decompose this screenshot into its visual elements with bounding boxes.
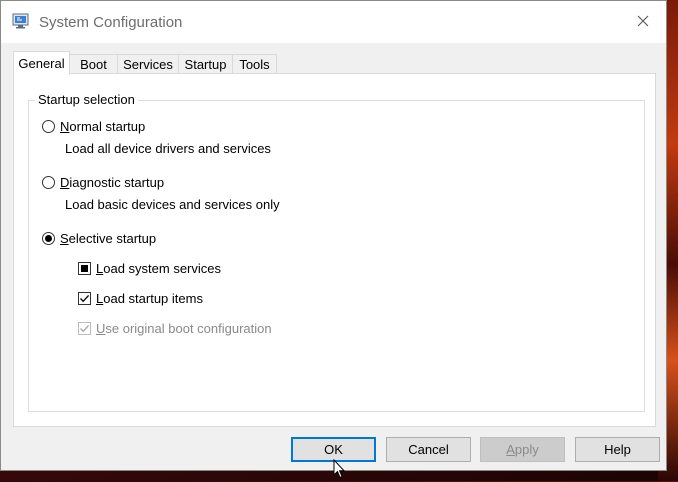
checkmark-icon	[80, 324, 90, 333]
normal-startup-description: Load all device drivers and services	[65, 141, 271, 156]
checkbox	[78, 292, 91, 305]
startup-selection-group: Startup selection Normal startup Load al…	[28, 92, 645, 412]
group-label: Startup selection	[35, 92, 138, 107]
general-tab-panel: Startup selection Normal startup Load al…	[13, 73, 656, 427]
apply-button: Apply	[480, 437, 565, 462]
load-system-services-checkbox[interactable]: Load system services	[78, 261, 221, 276]
close-button[interactable]	[620, 1, 666, 43]
mouse-cursor-icon	[333, 458, 346, 482]
tab-general[interactable]: General	[13, 51, 70, 75]
load-startup-items-label: Load startup items	[96, 291, 203, 306]
window-title: System Configuration	[39, 14, 183, 31]
normal-startup-radio[interactable]: Normal startup	[42, 119, 145, 134]
system-configuration-window: System Configuration General Boot Servic…	[0, 0, 667, 471]
tab-tools[interactable]: Tools	[232, 54, 277, 74]
use-original-boot-config-checkbox: Use original boot configuration	[78, 321, 272, 336]
title-bar: System Configuration	[1, 1, 666, 43]
radio-button	[42, 176, 55, 189]
diagnostic-startup-radio[interactable]: Diagnostic startup	[42, 175, 164, 190]
radio-button	[42, 120, 55, 133]
selective-startup-label: Selective startup	[60, 231, 157, 246]
cancel-button[interactable]: Cancel	[386, 437, 471, 462]
diagnostic-startup-description: Load basic devices and services only	[65, 197, 280, 212]
selective-startup-radio[interactable]: Selective startup	[42, 231, 156, 246]
checkbox	[78, 322, 91, 335]
load-system-services-label: Load system services	[96, 261, 221, 276]
help-button[interactable]: Help	[575, 437, 660, 462]
checkmark-icon	[80, 294, 90, 303]
close-icon	[637, 15, 649, 30]
normal-startup-label: Normal startup	[60, 119, 146, 134]
checkbox	[78, 262, 91, 275]
tab-startup[interactable]: Startup	[178, 54, 233, 74]
tab-services[interactable]: Services	[117, 54, 179, 74]
load-startup-items-checkbox[interactable]: Load startup items	[78, 291, 203, 306]
diagnostic-startup-label: Diagnostic startup	[60, 175, 165, 190]
radio-button	[42, 232, 55, 245]
use-original-boot-config-label: Use original boot configuration	[96, 321, 272, 336]
msconfig-icon	[12, 13, 30, 29]
tab-boot[interactable]: Boot	[69, 54, 118, 74]
